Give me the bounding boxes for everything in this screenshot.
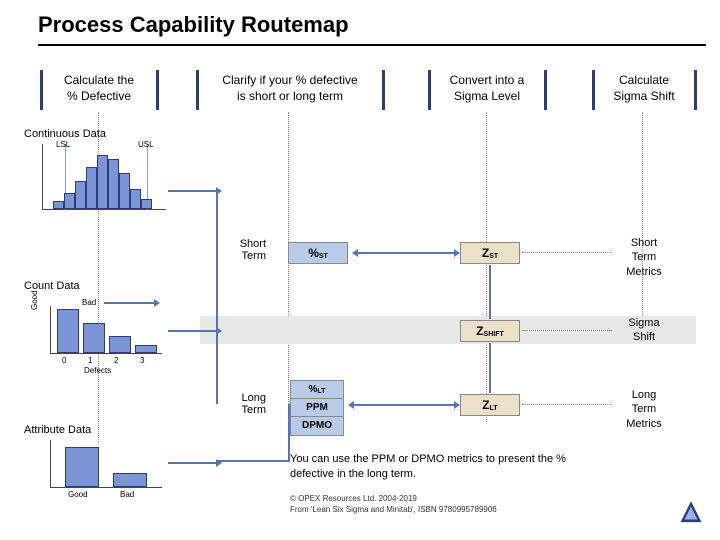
label-lsl: LSL	[56, 140, 70, 149]
label-usl: USL	[138, 140, 154, 149]
bad-arrow	[104, 302, 154, 304]
chart-continuous	[42, 144, 166, 210]
arrow-lt-zlt	[354, 404, 454, 406]
label-bad-x: Bad	[120, 490, 134, 499]
arrow-attribute-out	[168, 462, 216, 464]
step-bar-right-4	[694, 70, 697, 110]
step-bar-right-2	[382, 70, 385, 110]
tick-2: 2	[114, 356, 118, 365]
arrow-zshift-zlt	[489, 343, 491, 393]
arrow-zst-zshift	[489, 265, 491, 319]
badge-z-st: ZST	[460, 242, 520, 264]
tick-1: 1	[88, 356, 92, 365]
tick-3: 3	[140, 356, 144, 365]
chart-attribute	[50, 440, 162, 488]
body-text: You can use the PPM or DPMO metrics to p…	[290, 452, 650, 482]
step-bar-right-1	[156, 70, 159, 110]
step-convert: Convert into a Sigma Level	[432, 72, 542, 104]
badge-pct-st: %ST	[288, 242, 348, 264]
step-calc-defective: Calculate the % Defective	[44, 72, 154, 104]
footer-copyright: © OPEX Resources Ltd. 2004-2019	[290, 494, 417, 505]
step-bar-right-3	[544, 70, 547, 110]
badge-z-shift: ZSHIFT	[460, 320, 520, 342]
dotted-step4	[642, 112, 643, 342]
badge-dpmo: DPMO	[291, 417, 343, 435]
arrow-pctst-zst	[358, 252, 454, 254]
footer-source: From 'Lean Six Sigma and Minitab', ISBN …	[290, 505, 497, 516]
dot-lt	[522, 404, 612, 405]
badge-pct-lt: %LT	[291, 381, 343, 399]
page-title: Process Capability Routemap	[0, 0, 720, 44]
stack-long-term: %LT PPM DPMO	[290, 380, 344, 436]
badge-z-lt: ZLT	[460, 394, 520, 416]
dotted-step2	[288, 112, 289, 422]
label-attribute-data: Attribute Data	[24, 424, 91, 436]
step-clarify: Clarify if your % defective is short or …	[200, 72, 380, 104]
label-short-term: Short Term	[222, 238, 266, 262]
label-good-y: Good	[30, 290, 39, 310]
dot-st	[522, 252, 612, 253]
dot-shift	[522, 330, 612, 331]
label-good: Good	[68, 490, 88, 499]
arrow-attr-horiz	[216, 460, 288, 462]
tick-0: 0	[62, 356, 66, 365]
logo-icon	[678, 500, 704, 526]
arrow-continuous-out	[168, 190, 216, 192]
chart-count	[50, 306, 162, 354]
label-short-metrics: Short Term Metrics	[614, 236, 674, 279]
dotted-step3	[486, 112, 487, 422]
label-long-metrics: Long Term Metrics	[614, 388, 674, 431]
label-continuous-data: Continuous Data	[24, 128, 106, 140]
step-bar-left-1	[40, 70, 43, 110]
label-long-term: Long Term	[222, 392, 266, 416]
arrow-count-out	[168, 330, 216, 332]
step-bar-left-3	[428, 70, 431, 110]
title-underline	[38, 44, 706, 46]
badge-ppm: PPM	[291, 399, 343, 417]
label-defects: Defects	[84, 366, 111, 375]
step-calc-shift: Calculate Sigma Shift	[596, 72, 692, 104]
step-bar-left-4	[592, 70, 595, 110]
arrow-merge-vertical	[216, 190, 218, 404]
step-bar-left-2	[196, 70, 199, 110]
label-sigma-shift: Sigma Shift	[614, 316, 674, 345]
